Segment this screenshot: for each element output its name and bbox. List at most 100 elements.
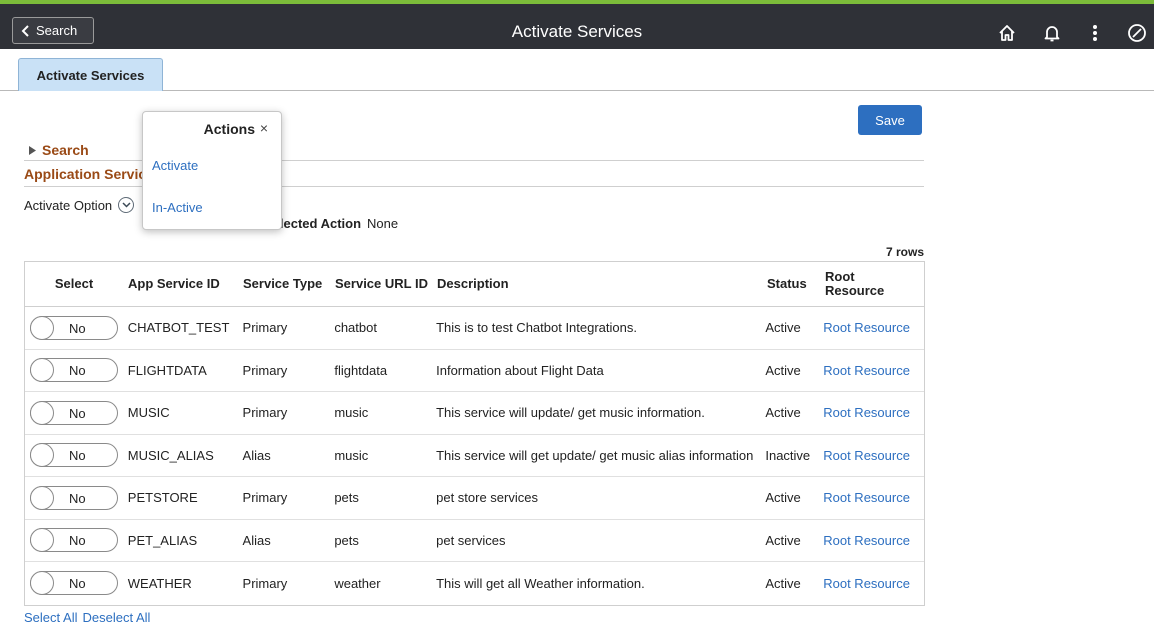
service-type-cell: Primary <box>242 405 288 421</box>
rows-count: 7 rows <box>885 245 924 259</box>
description-cell: This service will update/ get music info… <box>436 405 705 421</box>
search-section-label: Search <box>42 142 89 158</box>
root-resource-link[interactable]: Root Resource <box>820 320 924 335</box>
bell-icon[interactable] <box>1041 22 1063 44</box>
activate-option: Activate Option <box>24 197 135 213</box>
status-cell: Inactive <box>765 447 811 463</box>
actions-popup: Actions × Activate In-Active <box>142 111 282 230</box>
toggle-text: No <box>69 576 86 592</box>
actions-popup-title: Actions <box>203 121 255 137</box>
root-resource-link[interactable]: Root Resource <box>820 533 924 548</box>
toggle-text: No <box>69 405 86 421</box>
tab-activate-services[interactable]: Activate Services <box>18 58 163 91</box>
select-cell: No <box>25 528 123 553</box>
toggle-text: No <box>69 363 86 379</box>
description-cell: pet store services <box>436 490 538 506</box>
toggle-knob <box>30 485 54 510</box>
column-header-root-resource: Root Resource <box>825 269 885 298</box>
save-button[interactable]: Save <box>858 105 922 135</box>
status-cell: Active <box>765 575 801 591</box>
page-title: Activate Services <box>511 22 643 41</box>
search-section-toggle[interactable]: Search <box>29 142 89 158</box>
status-cell: Active <box>765 532 801 548</box>
toggle-knob <box>30 400 54 425</box>
select-toggle[interactable]: No <box>30 571 118 596</box>
column-header-service-url-id: Service URL ID <box>335 276 428 291</box>
status-cell: Active <box>765 405 801 421</box>
root-resource-link[interactable]: Root Resource <box>820 405 924 420</box>
service-url-id-cell: flightdata <box>334 362 388 378</box>
status-cell: Active <box>765 320 801 336</box>
root-resource-link[interactable]: Root Resource <box>820 576 924 591</box>
select-toggle[interactable]: No <box>30 400 118 425</box>
root-resource-link[interactable]: Root Resource <box>820 448 924 463</box>
toggle-knob <box>30 571 54 596</box>
chevron-left-icon <box>21 24 29 37</box>
description-cell: This service will get update/ get music … <box>436 447 754 463</box>
column-header-description: Description <box>437 276 509 291</box>
table-row: No CHATBOT_TEST Primary chatbot This is to t… <box>25 307 924 350</box>
app-service-id-cell: PETSTORE <box>127 490 198 506</box>
app-service-id-cell: MUSIC_ALIAS <box>127 447 214 463</box>
service-type-cell: Primary <box>242 320 288 336</box>
select-toggle[interactable]: No <box>30 443 118 468</box>
root-resource-link[interactable]: Root Resource <box>820 490 924 505</box>
toggle-text: No <box>69 490 86 506</box>
status-cell: Active <box>765 490 801 506</box>
home-icon[interactable] <box>996 22 1018 44</box>
selected-action-value: None <box>367 216 399 231</box>
banner: Search Activate Services <box>0 0 1154 49</box>
service-type-cell: Alias <box>242 532 271 548</box>
select-all-link[interactable]: Select All <box>24 610 77 625</box>
table-row: No WEATHER Primary weather This will get all… <box>25 562 924 605</box>
column-header-status: Status <box>767 276 807 291</box>
close-icon[interactable]: × <box>256 120 272 136</box>
select-toggle[interactable]: No <box>30 528 118 553</box>
toggle-knob <box>30 358 54 383</box>
tab-strip: Activate Services <box>0 49 1154 91</box>
service-type-cell: Primary <box>242 362 288 378</box>
toggle-text: No <box>69 448 86 464</box>
description-cell: This is to test Chatbot Integrations. <box>436 320 637 336</box>
select-cell: No <box>25 571 123 596</box>
action-in-active[interactable]: In-Active <box>152 200 203 215</box>
app-service-id-cell: FLIGHTDATA <box>127 362 207 378</box>
table-row: No FLIGHTDATA Primary flightdata Information… <box>25 350 924 392</box>
service-url-id-cell: music <box>334 447 369 463</box>
select-toggle[interactable]: No <box>30 358 118 383</box>
service-type-cell: Primary <box>242 490 288 506</box>
app-service-id-cell: MUSIC <box>127 405 170 421</box>
back-button[interactable]: Search <box>12 17 94 44</box>
table-row: No PETSTORE Primary pets pet store services A… <box>25 477 924 520</box>
column-header-service-type: Service Type <box>243 276 323 291</box>
service-type-cell: Alias <box>242 447 271 463</box>
action-activate[interactable]: Activate <box>152 158 198 173</box>
deselect-all-link[interactable]: Deselect All <box>82 610 150 625</box>
table-row: No MUSIC_ALIAS Alias music This service will… <box>25 435 924 477</box>
select-cell: No <box>25 315 123 340</box>
app-service-id-cell: PET_ALIAS <box>127 532 198 548</box>
root-resource-link[interactable]: Root Resource <box>820 363 924 378</box>
table-row: No MUSIC Primary music This service will upd… <box>25 392 924 435</box>
service-type-cell: Primary <box>242 575 288 591</box>
toggle-knob <box>30 315 54 340</box>
toggle-knob <box>30 443 54 468</box>
description-cell: This will get all Weather information. <box>436 575 645 591</box>
selected-action: Selected Action None <box>264 216 398 231</box>
status-cell: Active <box>765 362 801 378</box>
more-vertical-icon[interactable] <box>1084 22 1106 44</box>
service-url-id-cell: weather <box>334 575 381 591</box>
chevron-down-icon[interactable] <box>118 197 135 213</box>
table-row: No PET_ALIAS Alias pets pet services Active Ro… <box>25 520 924 562</box>
select-cell: No <box>25 443 123 468</box>
footer-links: Select All Deselect All <box>24 610 150 625</box>
service-url-id-cell: pets <box>334 490 359 506</box>
app-service-id-cell: CHATBOT_TEST <box>127 320 230 336</box>
navbar-compass-icon[interactable] <box>1126 22 1148 44</box>
back-button-label: Search <box>36 23 78 38</box>
description-cell: Information about Flight Data <box>436 362 604 378</box>
service-url-id-cell: chatbot <box>334 320 377 336</box>
select-toggle[interactable]: No <box>30 315 118 340</box>
toggle-knob <box>30 528 54 553</box>
select-toggle[interactable]: No <box>30 485 118 510</box>
